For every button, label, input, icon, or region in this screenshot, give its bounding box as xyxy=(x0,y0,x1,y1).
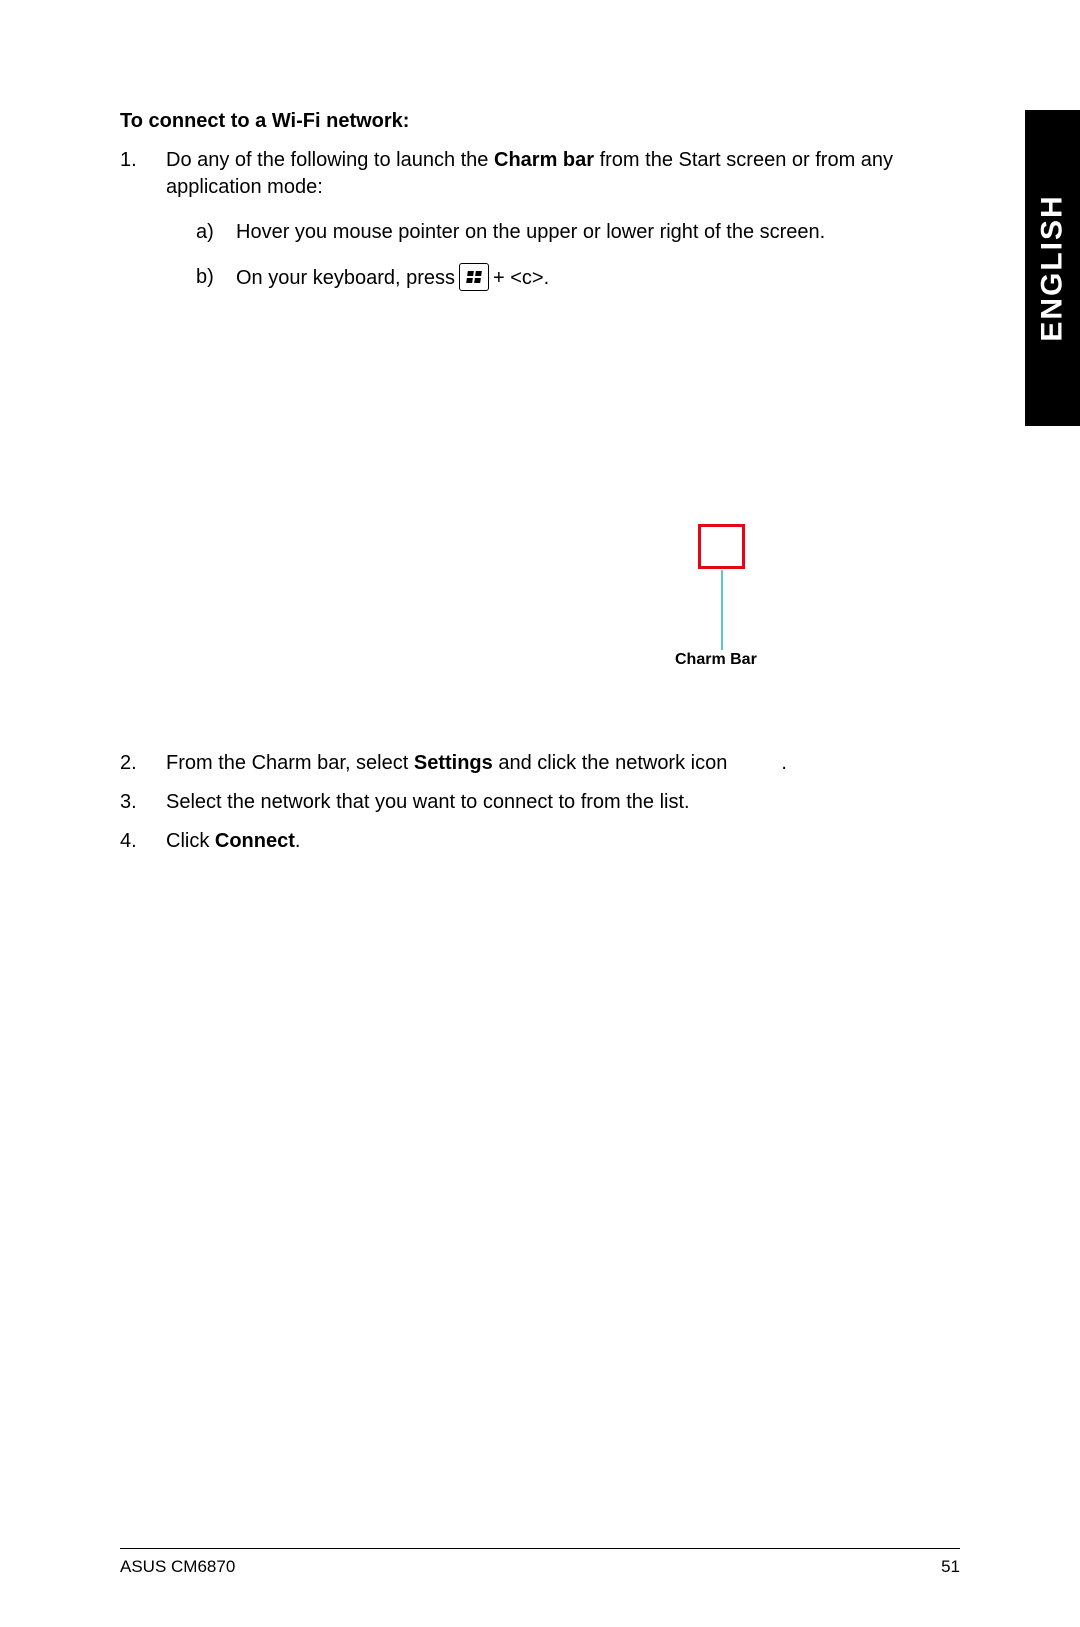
charm-bar-bold: Charm bar xyxy=(494,149,594,171)
step-text: Do any of the following to launch the xyxy=(166,149,494,171)
connect-bold: Connect xyxy=(215,830,295,852)
section-heading: To connect to a Wi-Fi network: xyxy=(120,110,960,133)
step-2: 2. From the Charm bar, select Settings a… xyxy=(120,750,960,777)
step-number: 4. xyxy=(120,828,166,855)
step-text: Select the network that you want to conn… xyxy=(166,789,960,816)
step-1: 1. Do any of the following to launch the… xyxy=(120,147,960,292)
substep-letter: a) xyxy=(166,219,236,246)
windows-key-icon xyxy=(459,263,489,291)
footer-page-number: 51 xyxy=(941,1557,960,1577)
steps-lower: 2. From the Charm bar, select Settings a… xyxy=(120,750,960,855)
substep-b: b) On your keyboard, press + <c>. xyxy=(166,264,960,292)
settings-bold: Settings xyxy=(414,752,493,774)
charm-bar-diagram: Charm Bar xyxy=(120,302,960,722)
substep-a: a) Hover you mouse pointer on the upper … xyxy=(166,219,960,246)
step-number: 1. xyxy=(120,147,166,292)
substep-text: Hover you mouse pointer on the upper or … xyxy=(236,219,960,246)
callout-label: Charm Bar xyxy=(675,651,757,669)
substep-text: + <c>. xyxy=(493,265,549,292)
substep-letter: b) xyxy=(166,264,236,292)
step-3: 3. Select the network that you want to c… xyxy=(120,789,960,816)
step-tail: . xyxy=(295,830,301,852)
language-tab-text: ENGLISH xyxy=(1036,194,1070,341)
footer-divider xyxy=(120,1548,960,1549)
step-text: and click the network icon xyxy=(493,752,728,774)
step-tail: . xyxy=(781,752,787,774)
step-number: 3. xyxy=(120,789,166,816)
step-text: From the Charm bar, select xyxy=(166,752,414,774)
page-footer: ASUS CM6870 51 xyxy=(120,1557,960,1577)
substep-text: On your keyboard, press xyxy=(236,265,455,292)
step-number: 2. xyxy=(120,750,166,777)
footer-product: ASUS CM6870 xyxy=(120,1557,235,1577)
step-text: Click xyxy=(166,830,215,852)
callout-line xyxy=(721,570,723,650)
language-tab: ENGLISH xyxy=(1025,110,1080,426)
windows-logo-icon xyxy=(466,271,482,283)
highlight-box xyxy=(698,524,745,569)
page: ENGLISH To connect to a Wi-Fi network: 1… xyxy=(0,0,1080,1627)
step-4: 4. Click Connect. xyxy=(120,828,960,855)
